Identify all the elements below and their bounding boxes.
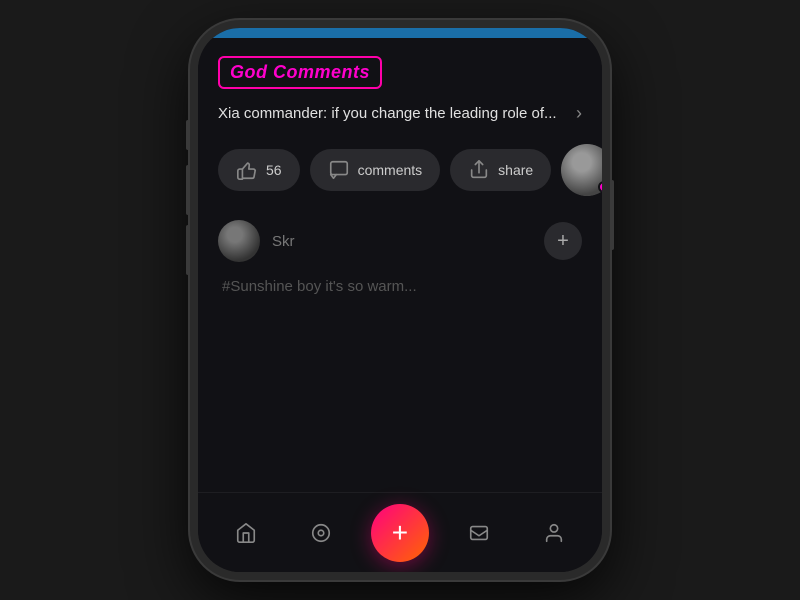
article-row: Xia commander: if you change the leading…: [218, 103, 582, 124]
hashtag-text: #Sunshine boy it's so warm...: [218, 278, 421, 295]
nav-profile[interactable]: [529, 508, 579, 558]
bottom-nav: +: [198, 492, 602, 572]
add-comment-button[interactable]: +: [544, 222, 582, 260]
thumbs-up-icon: [236, 159, 258, 181]
share-button[interactable]: share: [450, 149, 551, 191]
phone-screen: God Comments Xia commander: if you chang…: [198, 28, 602, 572]
comments-label: comments: [358, 162, 423, 178]
user-avatar[interactable]: [561, 144, 602, 196]
hashtag-row: #Sunshine boy it's so warm...: [218, 278, 582, 296]
commenter-username: Skr: [272, 233, 532, 250]
chevron-right-icon[interactable]: ›: [576, 103, 582, 124]
nav-explore[interactable]: [296, 508, 346, 558]
god-comments-label: God Comments: [230, 62, 370, 82]
phone-frame: God Comments Xia commander: if you chang…: [190, 20, 610, 580]
nav-messages[interactable]: [454, 508, 504, 558]
side-button-vol-up: [186, 165, 190, 215]
nav-home[interactable]: [221, 508, 271, 558]
messages-icon: [468, 522, 490, 544]
action-row: 56 comments sha: [218, 144, 582, 196]
like-count: 56: [266, 162, 282, 178]
comments-icon: [328, 159, 350, 181]
article-title: Xia commander: if you change the leading…: [218, 105, 568, 122]
commenter-avatar[interactable]: [218, 220, 260, 262]
side-button-power: [610, 180, 614, 250]
like-button[interactable]: 56: [218, 149, 300, 191]
comments-button[interactable]: comments: [310, 149, 441, 191]
side-button-mute: [186, 120, 190, 150]
god-comments-badge[interactable]: God Comments: [218, 56, 382, 89]
add-icon: +: [557, 230, 569, 253]
explore-icon: [310, 522, 332, 544]
top-bar: [198, 28, 602, 38]
comment-row: Skr +: [218, 220, 582, 262]
content-area: God Comments Xia commander: if you chang…: [198, 38, 602, 492]
share-label: share: [498, 162, 533, 178]
avatar-image: [561, 144, 602, 196]
home-icon: [235, 522, 257, 544]
profile-icon: [543, 522, 565, 544]
side-button-vol-down: [186, 225, 190, 275]
avatar-online-dot: [598, 181, 602, 193]
share-icon: [468, 159, 490, 181]
nav-add-button[interactable]: +: [371, 504, 429, 562]
nav-add-icon: +: [392, 519, 408, 547]
